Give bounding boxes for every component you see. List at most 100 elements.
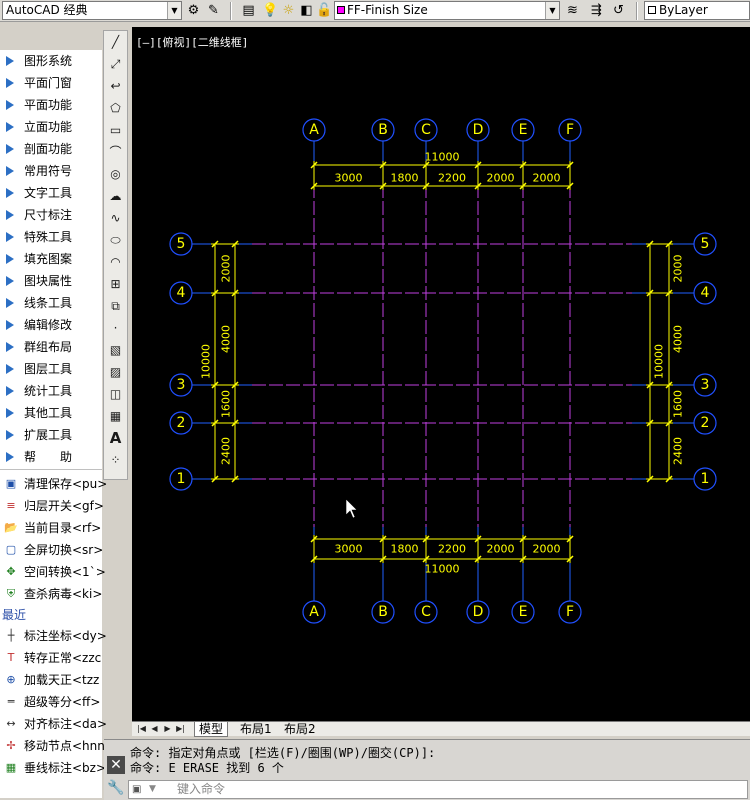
layer-match-icon[interactable]: ⇶: [588, 2, 605, 19]
menu-group-item[interactable]: 剖面功能: [0, 138, 102, 160]
polyline-icon[interactable]: ↩: [104, 75, 127, 97]
menu-group-item[interactable]: 平面门窗: [0, 72, 102, 94]
menu-command-item[interactable]: ▦ 垂线标注<bz>: [0, 757, 106, 779]
viewport-controls-label[interactable]: [—][俯视][二维线框]: [136, 34, 248, 50]
rectangle-icon[interactable]: ▭: [104, 119, 127, 141]
expand-arrow-icon: [6, 298, 14, 308]
construction-line-icon[interactable]: ⤢: [104, 53, 127, 75]
command-input[interactable]: ▣ ▼ 键入命令: [128, 780, 748, 799]
menu-group-item[interactable]: 特殊工具: [0, 226, 102, 248]
polygon-icon[interactable]: ⬠: [104, 97, 127, 119]
menu-command-item[interactable]: 📂 当前目录<rf>: [0, 517, 102, 539]
menu-group-label: 尺寸标注: [24, 208, 73, 222]
workspace-dropdown[interactable]: AutoCAD 经典 ▼: [2, 1, 182, 20]
expand-arrow-icon: [6, 166, 14, 176]
tab-model[interactable]: 模型: [194, 722, 229, 737]
layer-dropdown[interactable]: FF-Finish Size ▼: [334, 1, 560, 20]
menu-command-label: 超级等分<ff>: [24, 695, 101, 709]
region-icon[interactable]: ◫: [104, 383, 127, 405]
menu-command-item[interactable]: ≡ 归层开关<gf>: [0, 495, 104, 517]
dimension-text: 2000: [672, 255, 685, 283]
menu-group-item[interactable]: 尺寸标注: [0, 204, 102, 226]
insert-block-icon[interactable]: ⊞: [104, 273, 127, 295]
menu-group-item[interactable]: 立面功能: [0, 116, 102, 138]
lock-icon[interactable]: 🔓: [316, 2, 333, 19]
menu-command-item[interactable]: ▣ 清理保存<pu>: [0, 473, 108, 495]
menu-command-item[interactable]: ┼ 标注坐标<dy>: [0, 625, 107, 647]
spline-icon[interactable]: ∿: [104, 207, 127, 229]
layer-color-icon[interactable]: ◧: [298, 2, 315, 19]
color-dropdown[interactable]: ByLayer: [644, 1, 750, 20]
layers-icon: ≡: [6, 499, 16, 512]
axis-bubble-label: D: [473, 604, 484, 620]
dimension-text: 11000: [425, 151, 460, 164]
tab-layout2[interactable]: 布局2: [280, 722, 320, 737]
menu-command-item[interactable]: ═ 超级等分<ff>: [0, 691, 102, 713]
workspace-settings-icon[interactable]: ✎: [205, 2, 222, 19]
line-icon[interactable]: ╱: [104, 31, 127, 53]
menu-command-item[interactable]: ↔ 对齐标注<da>: [0, 713, 107, 735]
menu-command-item[interactable]: ⛨ 查杀病毒<ki>: [0, 583, 103, 605]
last-tab-icon[interactable]: ▶|: [175, 723, 186, 735]
menu-group-item[interactable]: 编辑修改: [0, 314, 102, 336]
shield-icon: ⛨: [6, 587, 16, 600]
gradient-icon[interactable]: ▨: [104, 361, 127, 383]
hatch-icon[interactable]: ▧: [104, 339, 127, 361]
menu-command-item[interactable]: ✥ 空间转换<1`>: [0, 561, 105, 583]
expand-arrow-icon: [6, 320, 14, 330]
next-tab-icon[interactable]: ▶: [162, 723, 173, 735]
dimension-text: 10000: [653, 344, 666, 379]
ellipse-arc-icon[interactable]: ◠: [104, 251, 127, 273]
menu-group-item[interactable]: 其他工具: [0, 402, 102, 424]
menu-command-item[interactable]: T 转存正常<zzc: [0, 647, 102, 669]
menu-group-item[interactable]: 图块属性: [0, 270, 102, 292]
arc-icon[interactable]: ⌒: [104, 141, 127, 163]
multiline-text-icon[interactable]: A: [104, 427, 127, 449]
menu-group-item[interactable]: 帮 助: [0, 446, 102, 468]
menu-command-item[interactable]: ⊕ 加载天正<tzz: [0, 669, 102, 691]
wrench-icon[interactable]: 🔧: [107, 779, 125, 797]
chevron-down-icon: ▼: [167, 2, 181, 19]
drawing-canvas[interactable]: A A B B C C D D E E F F 5 5 4 4 3 3 2 2 1 1 11000 3000 1800 2200 2…: [132, 27, 750, 721]
menu-group-item[interactable]: 平面功能: [0, 94, 102, 116]
make-current-layer-icon[interactable]: ≋: [564, 2, 581, 19]
ellipse-icon[interactable]: ⬭: [104, 229, 127, 251]
axis-bubble-label: 5: [177, 236, 186, 252]
table-icon[interactable]: ▦: [104, 405, 127, 427]
expand-arrow-icon: [6, 342, 14, 352]
first-tab-icon[interactable]: |◀: [136, 723, 147, 735]
revision-cloud-icon[interactable]: ☁: [104, 185, 127, 207]
layer-value: FF-Finish Size: [347, 3, 428, 17]
command-line-window: ✕ 🔧 命令: 指定对角点或 [栏选(F)/圈围(WP)/圈交(CP)]: 命令…: [104, 739, 750, 800]
layer-previous-icon[interactable]: ↺: [610, 2, 627, 19]
menu-group-item[interactable]: 填充图案: [0, 248, 102, 270]
close-icon[interactable]: ✕: [107, 756, 125, 774]
menu-group-item[interactable]: 文字工具: [0, 182, 102, 204]
menu-group-item[interactable]: 统计工具: [0, 380, 102, 402]
menu-group-item[interactable]: 图形系统: [0, 50, 102, 72]
sun-icon[interactable]: ☼: [280, 2, 297, 19]
prev-tab-icon[interactable]: ◀: [149, 723, 160, 735]
menu-group-item[interactable]: 常用符号: [0, 160, 102, 182]
make-block-icon[interactable]: ⧉: [104, 295, 127, 317]
tab-layout1[interactable]: 布局1: [236, 722, 276, 737]
axis-bubble-label: A: [309, 122, 319, 138]
menu-group-label: 图层工具: [24, 362, 73, 376]
menu-group-item[interactable]: 群组布局: [0, 336, 102, 358]
point-icon[interactable]: ·: [104, 317, 127, 339]
gear-icon[interactable]: ⚙: [185, 2, 202, 19]
menu-group-item[interactable]: 扩展工具: [0, 424, 102, 446]
expand-arrow-icon: [6, 276, 14, 286]
dimension-text: 4000: [672, 325, 685, 353]
lightbulb-icon[interactable]: 💡: [262, 2, 279, 19]
circle-icon[interactable]: ◎: [104, 163, 127, 185]
command-placeholder: 键入命令: [177, 782, 226, 796]
add-selected-icon[interactable]: ⁘: [104, 449, 127, 471]
menu-group-item[interactable]: 图层工具: [0, 358, 102, 380]
menu-command-item[interactable]: ✢ 移动节点<hnn: [0, 735, 104, 757]
menu-group-item[interactable]: 线条工具: [0, 292, 102, 314]
menu-command-item[interactable]: ▢ 全屏切换<sr>: [0, 539, 104, 561]
axis-bubble-label: F: [566, 604, 574, 620]
layer-manager-icon[interactable]: ▤: [240, 2, 257, 19]
chevron-down-icon[interactable]: ▼: [149, 781, 156, 798]
